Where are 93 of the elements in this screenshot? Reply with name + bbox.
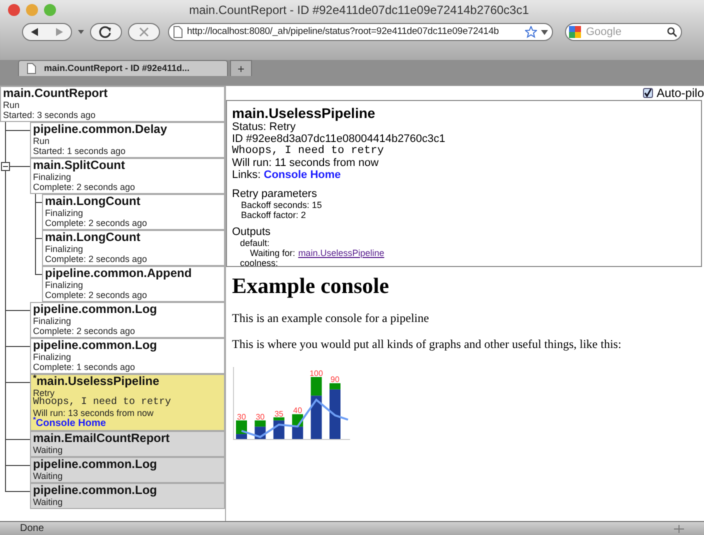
browser-tab[interactable]: main.CountReport - ID #92e411d... — [18, 60, 228, 76]
retry-heading: Retry parameters — [232, 188, 318, 200]
pipeline-time: Complete: 2 seconds ago — [45, 254, 148, 264]
back-forward-button[interactable] — [22, 23, 72, 41]
new-tab-button[interactable]: + — [230, 60, 252, 76]
pipeline-card[interactable]: pipeline.common.Delay Run Started: 1 seconds ago — [30, 122, 225, 158]
collapse-toggle[interactable] — [1, 162, 10, 171]
detail-status: Status: Retry — [232, 121, 297, 133]
detail-message: Whoops, I need to retry — [232, 145, 385, 157]
pipeline-card[interactable]: pipeline.common.Log Waiting — [30, 483, 225, 509]
detail-will-run: Will run: 11 seconds from now — [232, 157, 380, 169]
pipeline-card[interactable]: pipeline.common.Log Finalizing Complete: 1 seconds ago — [30, 338, 225, 374]
url-text: http://localhost:8080/_ah/pipeline/status?root=92e411de07dc11e09e72414b — [187, 24, 500, 39]
pipeline-card[interactable]: pipeline.common.Log Finalizing Complete: 2 seconds ago — [30, 302, 225, 338]
pipeline-title[interactable]: pipeline.common.Log — [33, 484, 222, 497]
pipeline-status: Finalizing — [45, 244, 84, 254]
pipeline-title[interactable]: pipeline.common.Log — [33, 303, 222, 316]
pipeline-time: Complete: 2 seconds ago — [33, 182, 136, 192]
output-name: coolness: — [239, 258, 280, 266]
star-icon[interactable] — [525, 26, 537, 38]
stop-button[interactable] — [128, 23, 160, 41]
value-label: 35 — [274, 409, 284, 418]
back-icon — [31, 28, 39, 36]
pipeline-title[interactable]: main.SplitCount — [33, 159, 222, 172]
waiting-label: Waiting for: — [250, 248, 296, 258]
search-input[interactable]: Google — [586, 24, 656, 40]
pipeline-status: Waiting — [33, 445, 64, 455]
pipeline-status: Finalizing — [33, 172, 72, 182]
pipeline-time: Complete: 2 seconds ago — [45, 218, 148, 228]
pipeline-card[interactable]: main.LongCount Finalizing Complete: 2 seconds ago — [42, 230, 225, 266]
pipeline-card[interactable]: main.LongCount Finalizing Complete: 2 seconds ago — [42, 194, 225, 230]
output-name: default: — [239, 238, 271, 248]
pipeline-status: Finalizing — [33, 316, 72, 326]
pipeline-title[interactable]: main.EmailCountReport — [33, 432, 222, 445]
page-icon — [27, 63, 36, 74]
forward-icon — [55, 28, 63, 36]
pipeline-status: Finalizing — [33, 352, 72, 362]
status-text: Done — [20, 522, 44, 535]
pipeline-title[interactable]: main.CountReport — [3, 87, 222, 100]
search-icon[interactable] — [667, 27, 677, 37]
pipeline-status: Run — [3, 100, 21, 110]
detail-title: main.UselessPipeline — [232, 105, 376, 121]
value-label: 90 — [330, 375, 340, 384]
pipeline-card[interactable]: main.CountReport Run Started: 3 seconds ago — [0, 86, 225, 122]
pipeline-title[interactable]: pipeline.common.Log — [33, 339, 222, 352]
detail-id: ID #92ee8d3a07dc11e08004414b2760c3c1 — [232, 133, 446, 145]
pipeline-title[interactable]: $^{*}$main.UselessPipeline — [33, 375, 222, 388]
console-link[interactable]: $^{*}$Console Home — [33, 418, 222, 429]
pipeline-status: Waiting — [33, 497, 64, 507]
close-button[interactable] — [8, 4, 20, 16]
auto-pilot-label: Auto-pilo — [656, 86, 704, 102]
pipeline-status: Retry — [33, 388, 55, 398]
pipeline-card[interactable]: main.SplitCount Finalizing Complete: 2 seconds ago — [30, 158, 225, 194]
pipeline-card[interactable]: main.EmailCountReport Waiting — [30, 431, 225, 457]
pipeline-time: Complete: 1 seconds ago — [33, 362, 136, 372]
value-label: 40 — [293, 406, 302, 416]
value-label: 30 — [256, 412, 265, 422]
value-label: 100 — [310, 369, 323, 378]
console-home-link[interactable]: Console Home — [264, 169, 341, 181]
search-field[interactable]: Google — [565, 23, 682, 41]
pipeline-title[interactable]: pipeline.common.Delay — [33, 123, 222, 136]
pipeline-status: Run — [33, 136, 51, 146]
pipeline-title[interactable]: pipeline.common.Log — [33, 458, 222, 471]
pipeline-status: Finalizing — [45, 208, 84, 218]
search-engine-icon[interactable] — [569, 26, 583, 38]
page-icon — [173, 26, 183, 38]
retry-parameter: Backoff seconds: 15 — [240, 200, 323, 210]
reload-button[interactable] — [90, 23, 122, 41]
pipeline-title[interactable]: main.LongCount — [45, 231, 222, 244]
pipeline-card[interactable]: pipeline.common.Append Finalizing Complete: 2 seconds ago — [42, 266, 225, 302]
pipeline-status: Waiting — [33, 471, 64, 481]
pipeline-title[interactable]: pipeline.common.Append — [45, 267, 222, 280]
auto-pilot-checkbox[interactable] — [642, 88, 653, 98]
pipeline-card[interactable]: pipeline.common.Log Waiting — [30, 457, 225, 483]
pipeline-title[interactable]: main.LongCount — [45, 195, 222, 208]
console-paragraph: This is an example console for a pipeline — [232, 311, 430, 325]
retry-parameter: Backoff factor: 2 — [240, 210, 307, 220]
pipeline-time: Started: 3 seconds ago — [3, 110, 97, 120]
links-label: Links: — [232, 169, 261, 181]
pipeline-time: Complete: 2 seconds ago — [33, 326, 136, 336]
caret-icon[interactable] — [78, 30, 84, 34]
caret-icon[interactable] — [541, 30, 548, 34]
pipeline-time: Started: 1 seconds ago — [33, 146, 127, 156]
outputs-heading: Outputs — [232, 226, 272, 238]
pipeline-status: Finalizing — [45, 280, 84, 290]
value-label: 30 — [237, 412, 246, 422]
window-title: main.CountReport - ID #92e411de07dc11e09e72414b2760c3c1 — [189, 3, 529, 17]
console-paragraph: This is where you would put all kinds of graphs and other useful things, like this: — [232, 337, 622, 351]
pipeline-message: Whoops, I need to retry — [33, 398, 172, 408]
console-heading: Example console — [232, 273, 390, 299]
pipeline-link[interactable]: main.UselessPipeline — [298, 248, 384, 258]
pipeline-card[interactable]: $^{*}$main.UselessPipeline Retry Whoops, I need to retry Will run: 13 seconds from now $^{*}$Console Home — [30, 374, 225, 431]
pipeline-time: Complete: 2 seconds ago — [45, 290, 148, 300]
